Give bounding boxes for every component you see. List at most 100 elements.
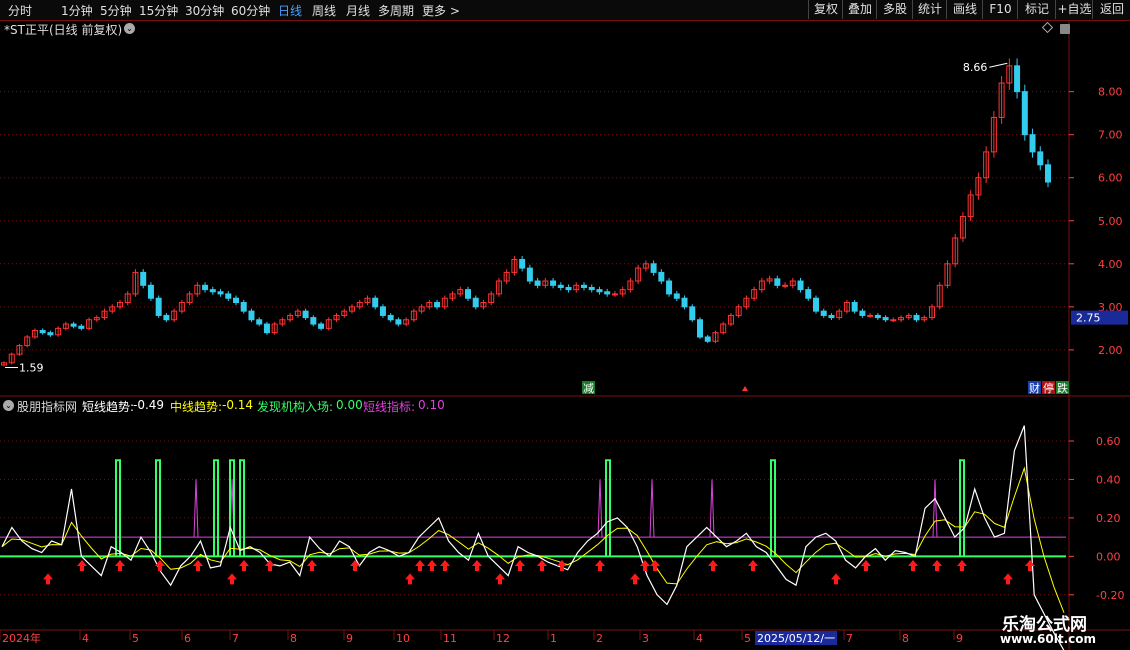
- buy-arrow-icon: [43, 573, 53, 585]
- short-indicator-spike: [649, 479, 655, 538]
- time-axis-label: 9: [956, 632, 963, 645]
- period-tab-0[interactable]: 分时: [8, 2, 32, 19]
- period-tab-6[interactable]: 日线: [278, 2, 302, 19]
- period-tab-8[interactable]: 月线: [346, 2, 370, 19]
- period-tab-4[interactable]: 30分钟: [185, 2, 224, 19]
- indicator-axis-label: 0.60: [1096, 435, 1121, 448]
- buy-arrow-icon: [650, 559, 660, 571]
- toolbar-button-4[interactable]: 画线: [946, 0, 983, 19]
- candle-body: [318, 323, 325, 329]
- institution-entry-spike: [115, 459, 121, 557]
- time-axis-label: 4: [82, 632, 89, 645]
- buy-arrow-icon: [630, 573, 640, 585]
- buy-arrow-icon: [227, 573, 237, 585]
- candle-body: [256, 319, 263, 325]
- institution-entry-spike: [229, 459, 235, 557]
- time-axis-label: 1: [550, 632, 557, 645]
- candle-body: [163, 314, 170, 321]
- candle-body: [782, 284, 789, 287]
- candle-body: [147, 284, 154, 299]
- toolbar-button-5[interactable]: F10: [982, 0, 1018, 19]
- candle-body: [310, 317, 317, 325]
- toolbar-button-2[interactable]: 多股: [876, 0, 913, 19]
- candle-body: [611, 293, 618, 296]
- candle-body: [302, 310, 309, 319]
- candle-body: [233, 297, 239, 304]
- cursor-date-label: 2025/05/12/一: [757, 632, 835, 645]
- candle-body: [581, 284, 587, 288]
- buy-arrow-icon: [495, 573, 505, 585]
- toolbar-button-6[interactable]: 标记: [1017, 0, 1056, 19]
- candle-body: [874, 314, 881, 319]
- candle-body: [867, 314, 874, 317]
- time-axis-label: 8: [902, 632, 909, 645]
- period-tab-2[interactable]: 5分钟: [100, 2, 132, 19]
- price-axis-label: 4.00: [1098, 258, 1123, 271]
- buy-arrow-icon: [440, 559, 450, 571]
- buy-arrow-icon: [640, 559, 650, 571]
- chart-area: 8.007.006.005.004.003.002.002.758.661.59…: [0, 20, 1130, 650]
- institution-entry-spike: [605, 459, 611, 557]
- indicator-axis-label: 0.20: [1096, 512, 1121, 525]
- price-axis-label: 7.00: [1098, 129, 1123, 142]
- buy-arrow-icon: [831, 573, 841, 585]
- candle-body: [851, 302, 858, 312]
- watermark-url: www.60lt.com: [1000, 632, 1097, 646]
- time-axis-label: 2: [596, 632, 603, 645]
- max-price-label: 8.66: [963, 61, 988, 74]
- candle-body: [225, 293, 232, 299]
- time-axis-label: 8: [290, 632, 297, 645]
- institution-entry-spike: [213, 459, 219, 557]
- candle-body: [155, 297, 162, 316]
- institution-entry-spike: [155, 459, 161, 557]
- candle-body: [797, 280, 804, 291]
- toolbar-button-1[interactable]: 叠加: [842, 0, 877, 19]
- buy-arrow-icon: [932, 559, 942, 571]
- candle-body: [913, 314, 920, 321]
- candle-body: [550, 280, 557, 286]
- time-axis-label: 4: [696, 632, 703, 645]
- buy-arrow-icon: [350, 559, 360, 571]
- buy-arrow-icon: [1003, 573, 1013, 585]
- candle-body: [666, 280, 673, 295]
- toolbar-button-8[interactable]: 返回: [1092, 0, 1130, 19]
- toolbar-button-7[interactable]: +自选: [1055, 0, 1093, 19]
- candle-body: [588, 286, 595, 291]
- candle-body: [805, 289, 812, 299]
- candle-body: [1045, 164, 1051, 183]
- candle-body: [658, 271, 665, 282]
- candle-body: [472, 297, 479, 308]
- candle-body: [604, 291, 611, 295]
- time-axis-label: 5: [132, 632, 139, 645]
- indicator-legend-value: 0.00: [336, 398, 363, 412]
- period-toolbar: 分时 1分钟 5分钟 15分钟 30分钟 60分钟 日线 周线 月线 多周期 更多 > 复权 叠加 多股统…: [0, 0, 1130, 21]
- buy-arrow-icon: [595, 559, 605, 571]
- time-axis-label: 3: [642, 632, 649, 645]
- indicator-axis-label: 0.40: [1096, 473, 1121, 486]
- candle-body: [882, 317, 889, 321]
- candle-body: [681, 297, 688, 308]
- buy-arrow-icon: [861, 559, 871, 571]
- toolbar-button-0[interactable]: 复权: [808, 0, 843, 19]
- indicator-menu-icon[interactable]: ⌄: [3, 400, 14, 411]
- period-tab-1[interactable]: 1分钟: [61, 2, 93, 19]
- candle-body: [534, 280, 541, 286]
- buy-arrow-icon: [239, 559, 249, 571]
- candle-body: [1014, 65, 1021, 93]
- period-tab-3[interactable]: 15分钟: [139, 2, 178, 19]
- candle-body: [70, 323, 77, 327]
- buy-arrow-icon: [515, 559, 525, 571]
- diamond-icon[interactable]: [1041, 21, 1054, 34]
- period-tab-10[interactable]: 更多 >: [422, 2, 460, 19]
- candle-body: [209, 289, 216, 293]
- buy-arrow-icon: [908, 559, 918, 571]
- event-tag-fall: 跌: [1057, 381, 1068, 395]
- candle-body: [1029, 134, 1036, 153]
- buy-arrow-icon: [472, 559, 482, 571]
- toolbar-button-3[interactable]: 统计: [912, 0, 947, 19]
- period-tab-9[interactable]: 多周期: [378, 2, 414, 19]
- period-tab-5[interactable]: 60分钟: [231, 2, 270, 19]
- candle-body: [263, 323, 270, 334]
- panel-toggle-icon[interactable]: [1060, 24, 1070, 34]
- period-tab-7[interactable]: 周线: [312, 2, 336, 19]
